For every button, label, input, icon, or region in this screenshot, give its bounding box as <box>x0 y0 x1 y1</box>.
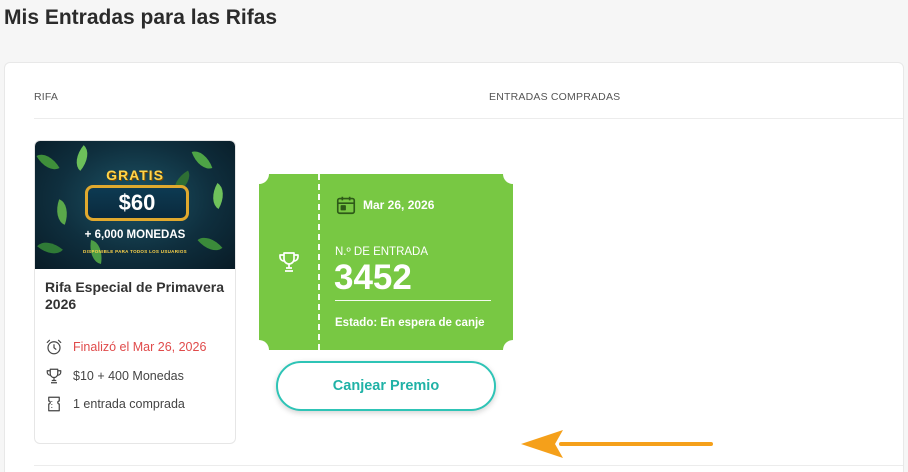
alarm-clock-icon <box>46 339 62 355</box>
trophy-icon <box>46 368 62 384</box>
ticket-perforation <box>318 174 320 350</box>
page-title: Mis Entradas para las Rifas <box>4 6 278 29</box>
ticket-date: Mar 26, 2026 <box>363 198 435 212</box>
calendar-icon <box>336 196 356 215</box>
entry-number-label: N.º DE ENTRADA <box>335 246 429 258</box>
raffle-prize-text: $10 + 400 Monedas <box>73 369 184 383</box>
raffle-ended-row: Finalizó el Mar 26, 2026 <box>45 338 206 356</box>
raffle-ended-text: Finalizó el Mar 26, 2026 <box>73 340 207 354</box>
header-divider <box>34 118 903 119</box>
ticket-icon <box>48 396 60 412</box>
ticket-notch <box>249 164 269 184</box>
ticket-divider <box>335 300 491 301</box>
trophy-icon <box>279 252 299 272</box>
ticket-status: Estado: En espera de canje <box>335 317 485 329</box>
raffle-prize-row: $10 + 400 Monedas <box>45 367 184 385</box>
ticket-notch <box>249 340 269 360</box>
ticket-date-row: Mar 26, 2026 <box>335 194 434 216</box>
ticket-notch <box>503 340 523 360</box>
ticket-notch <box>503 164 523 184</box>
row-divider <box>34 465 903 466</box>
banner-amount: $60 <box>85 185 189 221</box>
raffle-card[interactable]: GRATIS $60 + 6,000 MONEDAS DISPONIBLE PA… <box>34 140 236 444</box>
banner-coins: + 6,000 MONEDAS <box>84 229 186 241</box>
raffle-banner-image: GRATIS $60 + 6,000 MONEDAS DISPONIBLE PA… <box>35 141 235 269</box>
banner-free-text: GRATIS <box>106 167 164 183</box>
banner-availability: DISPONIBLE PARA TODOS LOS USUARIOS <box>83 249 187 254</box>
raffle-entries-text: 1 entrada comprada <box>73 397 185 411</box>
pointer-arrow-icon <box>521 430 713 458</box>
column-header-entries: ENTRADAS COMPRADAS <box>489 91 621 103</box>
entry-number: 3452 <box>334 258 412 297</box>
column-header-raffle: RIFA <box>34 91 59 103</box>
entries-card: RIFA ENTRADAS COMPRADAS GRATIS $60 + 6,0… <box>4 62 904 472</box>
raffle-entries-row: 1 entrada comprada <box>45 395 185 413</box>
entry-ticket[interactable]: Mar 26, 2026 N.º DE ENTRADA 3452 Estado:… <box>249 164 523 360</box>
raffle-title: Rifa Especial de Primavera 2026 <box>45 279 224 312</box>
redeem-prize-button[interactable]: Canjear Premio <box>276 361 496 411</box>
